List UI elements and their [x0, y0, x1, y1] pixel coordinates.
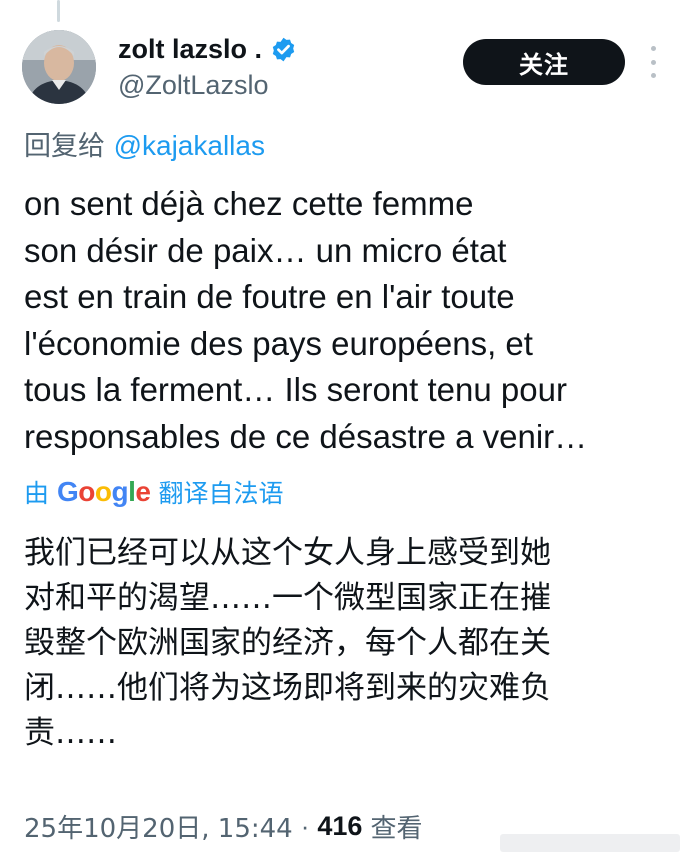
translation-suffix: 翻译自法语	[158, 479, 284, 508]
thread-connector-line	[57, 0, 60, 22]
author-name-row: zolt lazslo .	[118, 32, 297, 66]
more-vertical-icon[interactable]	[646, 46, 660, 78]
meta-separator: ·	[300, 811, 310, 841]
translated-text: 我们已经可以从这个女人身上感受到她 对和平的渴望……一个微型国家正在摧 毁整个欧…	[24, 531, 674, 756]
watermark-icon	[500, 834, 680, 852]
translated-line: 责……	[24, 715, 117, 751]
tweet-line: responsables de ce désastre a venir…	[24, 417, 588, 455]
tweet-line: on sent déjà chez cette femme	[24, 185, 474, 222]
translated-line: 闭……他们将为这场即将到来的灾难负	[24, 670, 551, 706]
verified-badge-icon	[270, 36, 297, 63]
author-display-name[interactable]: zolt lazslo .	[118, 34, 262, 65]
tweet-meta: 25年10月20日, 15:44 · 416 查看	[24, 808, 422, 845]
avatar-image	[22, 30, 96, 104]
tweet-line: tous la ferment… Ils seront tenu pour	[24, 371, 567, 408]
reply-prefix: 回复给	[24, 131, 105, 162]
tweet-line: est en train de foutre en l'air toute	[24, 278, 515, 315]
more-dot	[650, 59, 656, 65]
reply-context: 回复给 @kajakallas	[24, 124, 265, 163]
more-dot	[650, 46, 656, 51]
reply-mention-link[interactable]: @kajakallas	[114, 130, 265, 161]
translation-attribution-link[interactable]: 由 Google 翻译自法语	[24, 474, 284, 510]
google-logo: Google	[57, 476, 151, 507]
author-handle[interactable]: @ZoltLazslo	[118, 70, 268, 101]
translation-prefix: 由	[24, 479, 50, 508]
tweet-line: son désir de paix… un micro état	[24, 231, 507, 269]
more-dot	[650, 73, 656, 78]
translated-line: 我们已经可以从这个女人身上感受到她	[24, 535, 551, 571]
tweet-line: l'économie des pays européens, et	[24, 324, 533, 362]
follow-button[interactable]: 关注	[463, 39, 625, 85]
view-count-label: 查看	[370, 814, 423, 844]
avatar[interactable]	[22, 30, 96, 104]
view-count: 416	[317, 811, 363, 841]
translated-line: 毁整个欧洲国家的经济，每个人都在关	[24, 625, 551, 661]
tweet-timestamp[interactable]: 25年10月20日, 15:44	[24, 808, 293, 845]
translated-line: 对和平的渴望……一个微型国家正在摧	[24, 580, 551, 616]
tweet-text: on sent déjà chez cette femme son désir …	[24, 181, 674, 460]
